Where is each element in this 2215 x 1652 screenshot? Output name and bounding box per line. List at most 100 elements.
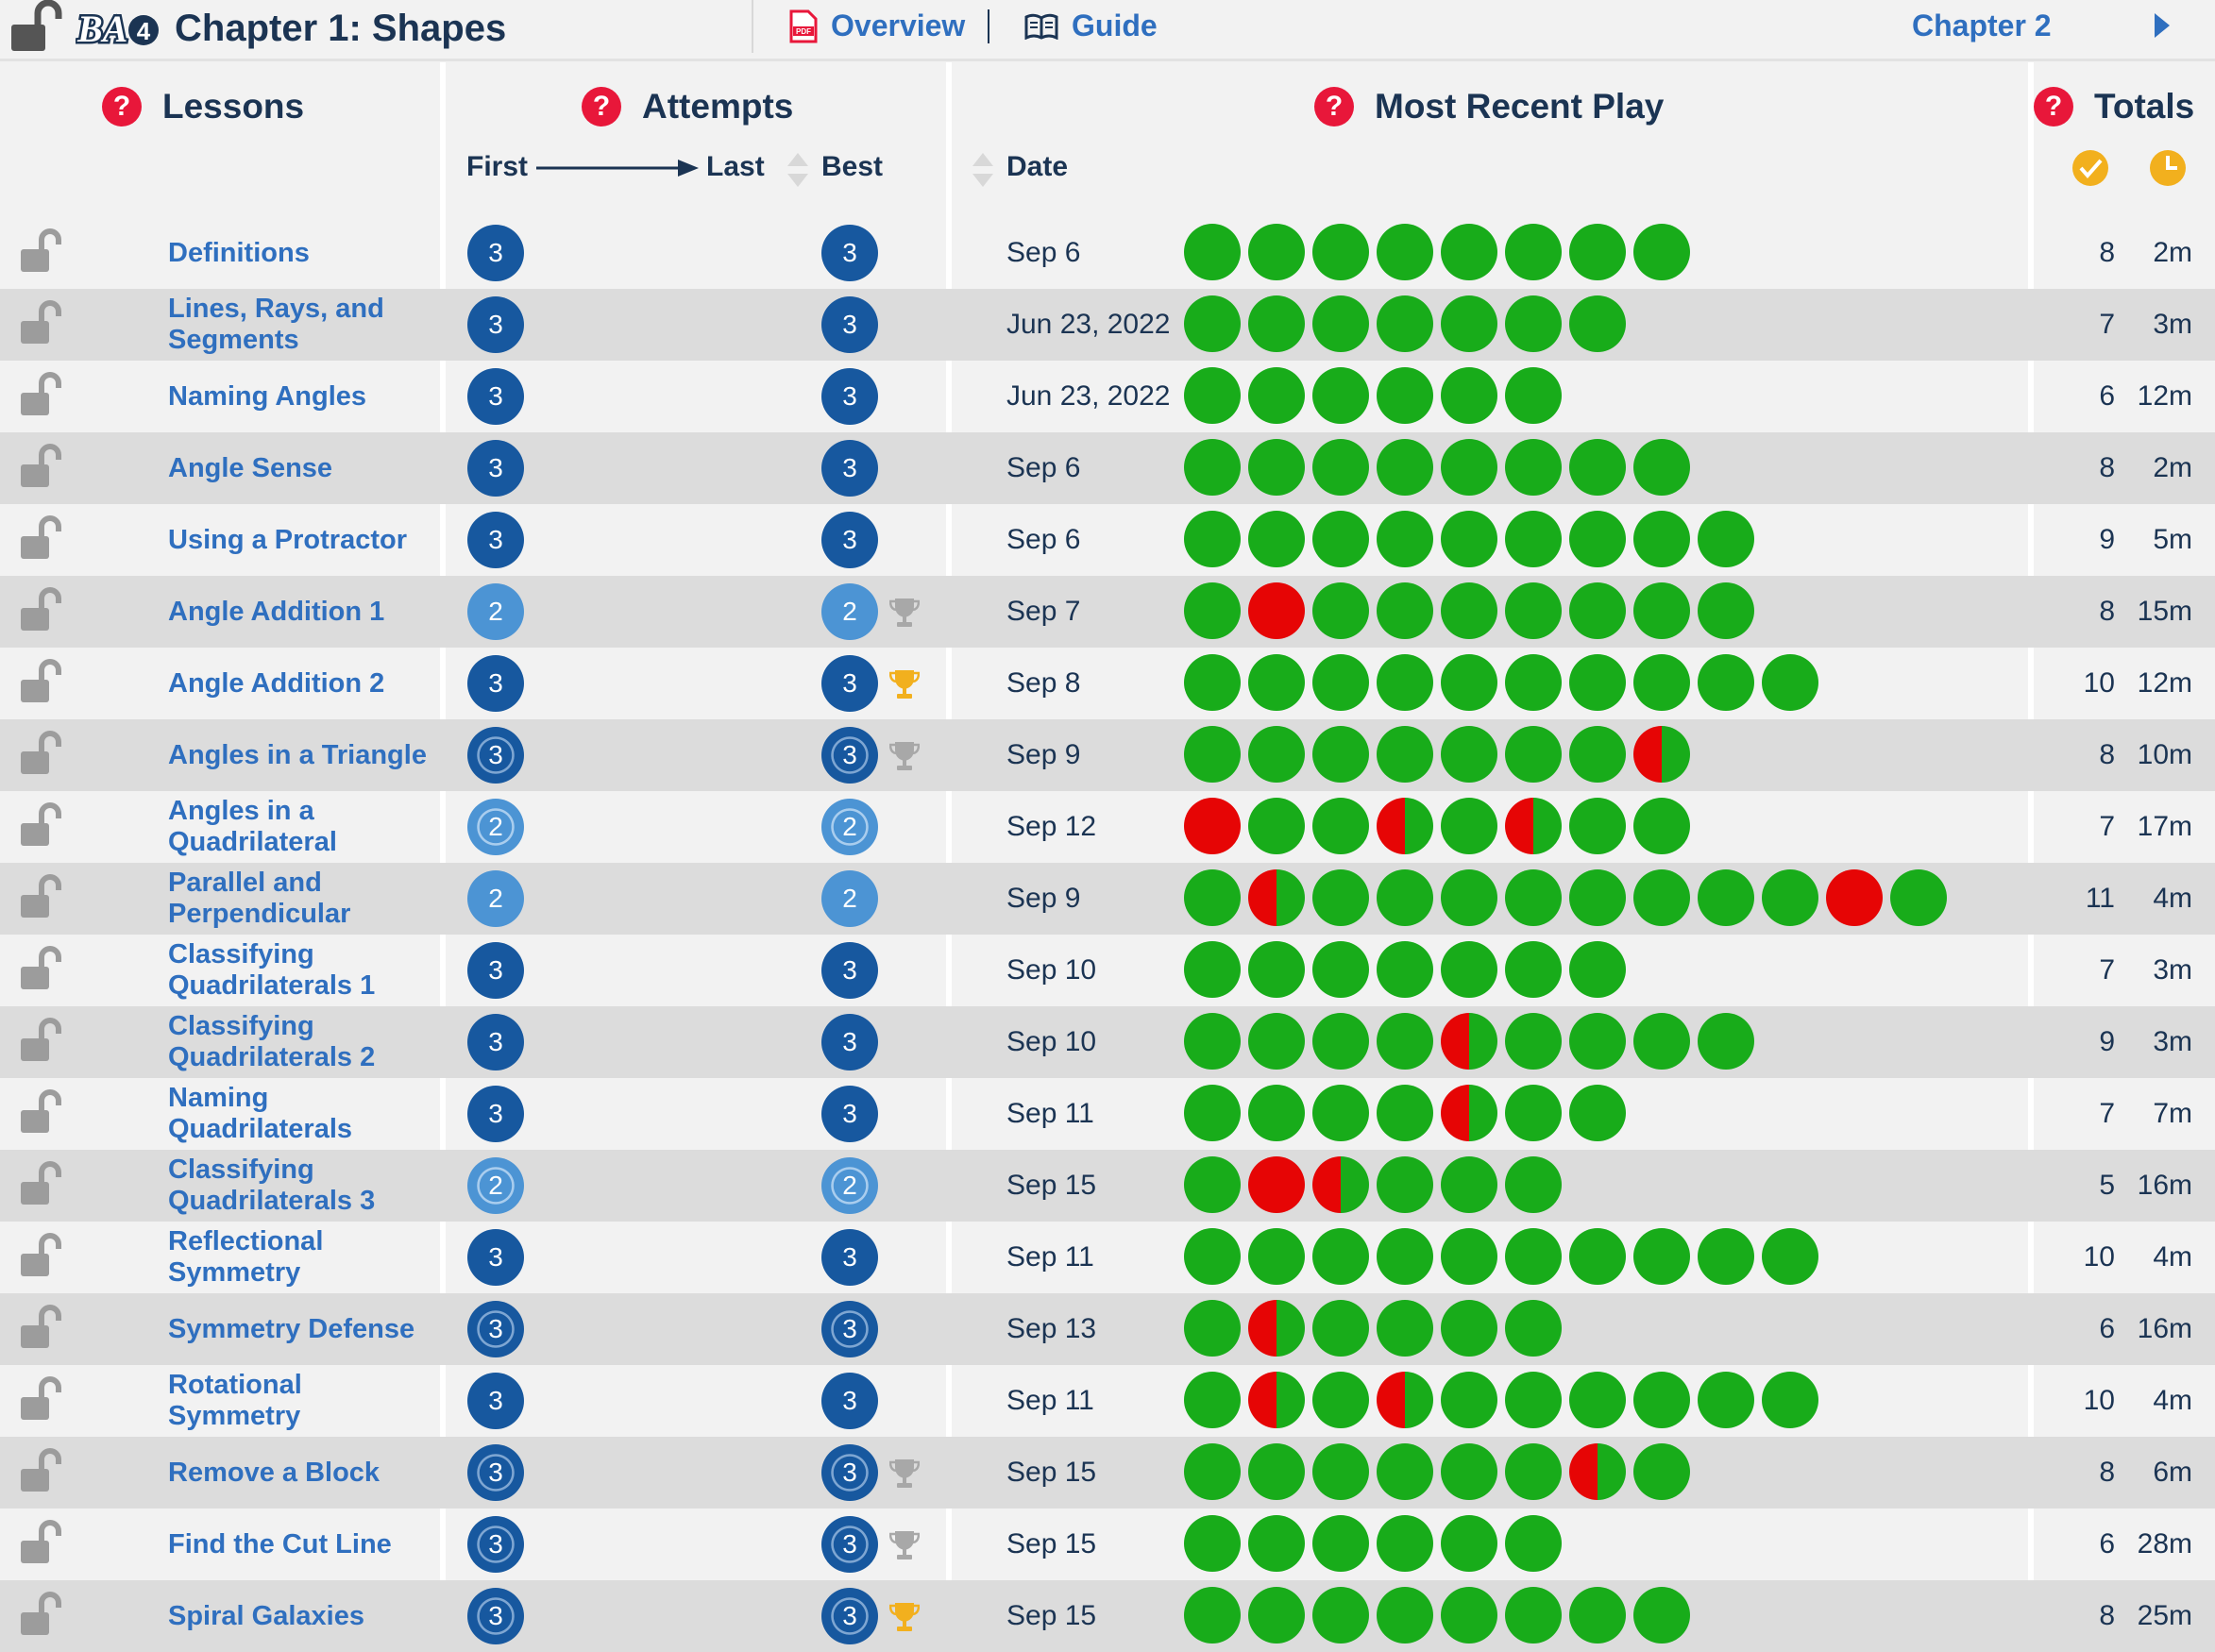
help-icon[interactable]: ? <box>102 87 142 126</box>
play-result-correct <box>1505 1156 1562 1213</box>
play-result-correct <box>1698 1013 1754 1070</box>
play-result-correct <box>1377 367 1433 424</box>
total-plays: 10 <box>2083 667 2115 699</box>
lesson-link[interactable]: Angle Addition 1 <box>168 576 442 648</box>
total-time: 28m <box>2137 1528 2192 1559</box>
play-result-correct <box>1505 367 1562 424</box>
first-attempt-badge: 3 <box>467 440 524 497</box>
play-result-correct <box>1762 869 1818 926</box>
lesson-link[interactable]: Angles in a Quadrilateral <box>168 791 442 863</box>
lesson-link[interactable]: Classifying Quadrilaterals 3 <box>168 1150 442 1222</box>
first-attempt-badge: 3 <box>467 1373 524 1429</box>
play-result-correct <box>1312 582 1369 639</box>
play-result-correct <box>1633 439 1690 496</box>
unlocked-padlock-icon <box>21 1376 61 1420</box>
play-result-correct <box>1248 726 1305 783</box>
unlocked-padlock-icon <box>21 1448 61 1492</box>
next-arrow-icon[interactable] <box>2153 11 2172 40</box>
play-result-correct <box>1569 941 1626 998</box>
next-chapter-link[interactable]: Chapter 2 <box>1912 8 2052 43</box>
play-result-correct <box>1441 654 1497 711</box>
last-played-date: Sep 7 <box>1006 596 1081 627</box>
play-result-correct <box>1184 1300 1241 1357</box>
most-recent-play-header: ? Most Recent Play <box>1314 87 1664 126</box>
first-attempt-badge: 3 <box>467 512 524 568</box>
lesson-link[interactable]: Remove a Block <box>168 1437 442 1509</box>
total-time: 16m <box>2137 1313 2192 1344</box>
first-attempt-badge: 3 <box>467 655 524 712</box>
lesson-link[interactable]: Angles in a Triangle <box>168 719 442 791</box>
play-result-correct <box>1312 1013 1369 1070</box>
lesson-link[interactable]: Lines, Rays, and Segments <box>168 289 442 361</box>
sort-icon[interactable] <box>786 151 810 189</box>
play-result-correct <box>1312 439 1369 496</box>
play-result-correct <box>1441 869 1497 926</box>
play-result-correct <box>1633 224 1690 280</box>
help-icon[interactable]: ? <box>2034 87 2073 126</box>
attempt-number: 3 <box>488 381 503 411</box>
table-row: Rotational Symmetry 3 3 Sep 11 10 4m <box>0 1365 2215 1437</box>
play-result-correct <box>1184 224 1241 280</box>
lesson-link[interactable]: Symmetry Defense <box>168 1293 442 1365</box>
table-row: Naming Quadrilaterals 3 3 Sep 11 7 7m <box>0 1078 2215 1150</box>
play-result-correct <box>1505 869 1562 926</box>
recent-play-dots <box>1184 1300 1562 1358</box>
totals-header: ? Totals <box>2034 87 2194 126</box>
guide-label: Guide <box>1072 8 1158 42</box>
play-result-correct <box>1248 295 1305 352</box>
first-attempt-badge: 2 <box>467 1157 524 1214</box>
play-result-correct <box>1312 295 1369 352</box>
help-icon[interactable]: ? <box>582 87 621 126</box>
lesson-link[interactable]: Find the Cut Line <box>168 1509 442 1580</box>
play-result-correct <box>1312 798 1369 854</box>
lesson-link[interactable]: Naming Quadrilaterals <box>168 1078 442 1150</box>
lesson-link[interactable]: Angle Addition 2 <box>168 648 442 719</box>
unlocked-padlock-icon[interactable] <box>9 0 68 55</box>
play-result-correct <box>1184 582 1241 639</box>
help-icon[interactable]: ? <box>1314 87 1354 126</box>
lesson-link[interactable]: Reflectional Symmetry <box>168 1222 442 1293</box>
guide-link[interactable]: Guide <box>1024 8 1158 43</box>
recent-play-dots <box>1184 1372 1818 1430</box>
play-result-correct <box>1633 798 1690 854</box>
lesson-link[interactable]: Using a Protractor <box>168 504 442 576</box>
lesson-link[interactable]: Angle Sense <box>168 432 442 504</box>
lesson-link[interactable]: Definitions <box>168 217 442 289</box>
lesson-link[interactable]: Rotational Symmetry <box>168 1365 442 1437</box>
play-result-correct <box>1633 869 1690 926</box>
first-label: First <box>466 151 529 182</box>
total-plays: 10 <box>2083 1385 2115 1416</box>
play-result-correct <box>1762 1372 1818 1428</box>
play-result-correct <box>1377 224 1433 280</box>
lesson-link[interactable]: Classifying Quadrilaterals 1 <box>168 935 442 1006</box>
silver-trophy-icon <box>888 1458 921 1490</box>
sort-icon[interactable] <box>971 151 995 189</box>
last-played-date: Jun 23, 2022 <box>1006 380 1171 412</box>
total-time: 6m <box>2153 1457 2192 1488</box>
lesson-link[interactable]: Classifying Quadrilaterals 2 <box>168 1006 442 1078</box>
lesson-link[interactable]: Parallel and Perpendicular <box>168 863 442 935</box>
unlocked-padlock-icon <box>21 300 61 344</box>
play-result-correct <box>1633 511 1690 567</box>
top-bar: BA 4 Chapter 1: Shapes PDF Overview Guid… <box>0 0 2215 61</box>
total-time: 17m <box>2137 811 2192 842</box>
first-attempt-badge: 3 <box>467 1086 524 1142</box>
play-result-correct <box>1312 224 1369 280</box>
overview-link[interactable]: PDF Overview <box>789 8 965 43</box>
best-attempt-badge: 3 <box>821 1301 878 1357</box>
recent-play-dots <box>1184 869 1947 928</box>
play-result-correct <box>1505 726 1562 783</box>
play-result-correct <box>1569 1085 1626 1141</box>
lesson-link[interactable]: Spiral Galaxies <box>168 1580 442 1652</box>
play-result-correct <box>1184 1013 1241 1070</box>
play-result-correct <box>1441 726 1497 783</box>
svg-text:4: 4 <box>137 17 151 45</box>
play-result-correct <box>1377 1013 1433 1070</box>
play-result-correct <box>1569 1372 1626 1428</box>
play-result-correct <box>1505 1587 1562 1644</box>
last-label: Last <box>706 151 765 182</box>
play-result-correct <box>1505 295 1562 352</box>
lesson-link[interactable]: Naming Angles <box>168 361 442 432</box>
best-attempt-badge: 3 <box>821 1444 878 1501</box>
play-result-correct <box>1505 582 1562 639</box>
